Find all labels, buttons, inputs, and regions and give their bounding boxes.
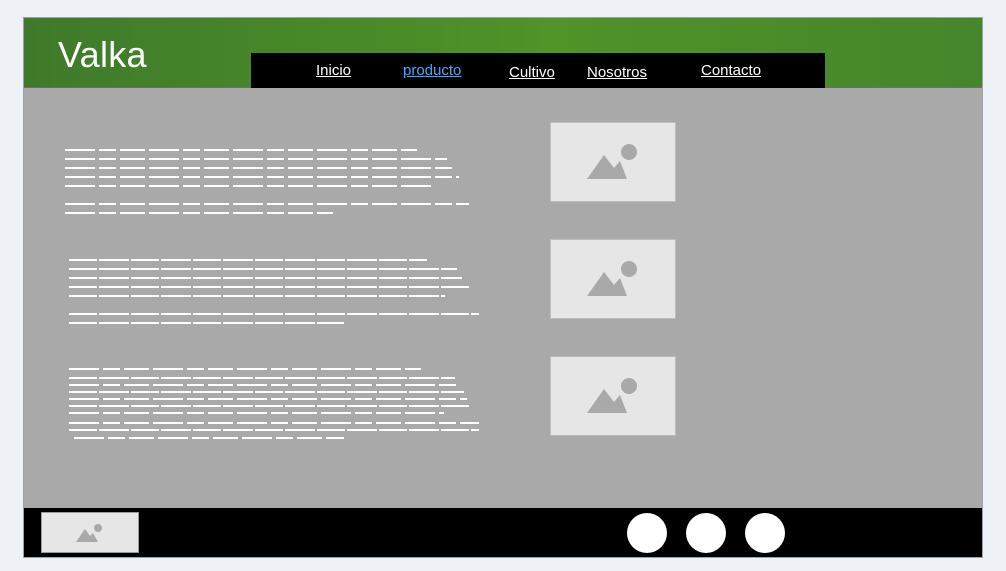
text-line (69, 412, 444, 414)
text-line (69, 322, 344, 324)
text-line (69, 384, 459, 386)
text-line (65, 158, 447, 160)
social-icon-3[interactable] (745, 513, 785, 553)
image-placeholder-1 (550, 122, 676, 202)
footer-logo-image (41, 512, 139, 553)
text-line (65, 203, 469, 205)
text-line (69, 422, 479, 424)
page-frame: Valka Inicio producto Cultivo Nosotros C… (23, 17, 983, 558)
social-icon-1[interactable] (627, 513, 667, 553)
nav-link-contacto[interactable]: Contacto (701, 62, 761, 79)
social-icon-2[interactable] (686, 513, 726, 553)
site-header: Valka Inicio producto Cultivo Nosotros C… (24, 18, 982, 88)
nav-link-cultivo[interactable]: Cultivo (509, 64, 555, 81)
image-placeholder-icon (587, 261, 637, 296)
text-line (69, 295, 445, 297)
nav-link-inicio[interactable]: Inicio (316, 62, 351, 79)
nav-link-nosotros[interactable]: Nosotros (587, 64, 647, 81)
text-line (65, 212, 333, 214)
image-placeholder-icon (587, 378, 637, 413)
image-placeholder-3 (550, 356, 676, 436)
text-line (65, 167, 453, 169)
text-line (69, 368, 421, 370)
text-line (69, 398, 467, 400)
text-line (69, 313, 479, 315)
text-line (69, 429, 479, 431)
text-line (69, 405, 469, 407)
site-logo[interactable]: Valka (58, 34, 147, 76)
text-line (69, 268, 457, 270)
text-line (69, 259, 427, 261)
text-line (74, 437, 344, 439)
image-placeholder-2 (550, 239, 676, 319)
text-line (69, 391, 464, 393)
text-line (65, 185, 435, 187)
main-nav: Inicio producto Cultivo Nosotros Contact… (251, 53, 825, 88)
image-placeholder-icon (587, 144, 637, 179)
text-line (65, 149, 417, 151)
text-line (69, 377, 455, 379)
text-line (69, 286, 471, 288)
text-line (69, 277, 462, 279)
text-line (65, 176, 459, 178)
site-footer (24, 508, 982, 557)
nav-link-producto[interactable]: producto (403, 62, 461, 79)
image-placeholder-icon (76, 524, 102, 542)
